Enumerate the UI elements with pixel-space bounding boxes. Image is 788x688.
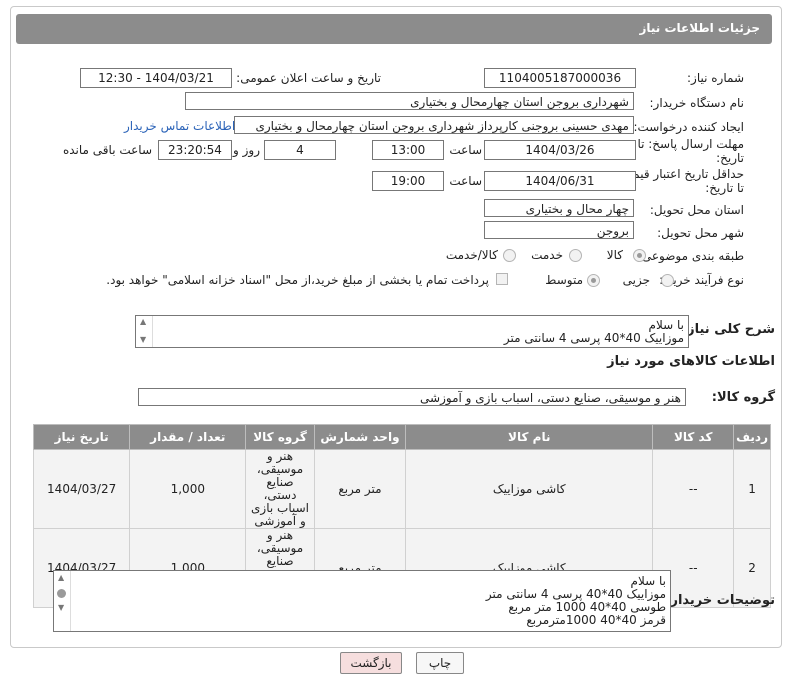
category-label: طبقه بندی موضوعی: [637, 249, 744, 263]
column-header-need-date: تاریخ نیاز [32, 424, 131, 450]
textarea-scrollbar[interactable]: ▲ ▼ [136, 316, 153, 347]
remaining-time-field: 23:20:54 [158, 140, 232, 160]
deadline-time-field: 13:00 [372, 140, 444, 160]
category-radio-service[interactable] [569, 249, 582, 262]
category-radio-goods-service[interactable] [503, 249, 516, 262]
column-header-quantity: تعداد / مقدار [129, 424, 247, 450]
print-button[interactable]: چاپ [416, 652, 464, 674]
goods-group-label: گروه کالا: [711, 390, 775, 405]
panel-header: جزئیات اطلاعات نیاز [16, 14, 772, 44]
deadline-label-line1: مهلت ارسال پاسخ: تا [637, 137, 744, 151]
category-option-goods: کالا [606, 248, 623, 262]
back-button[interactable]: بازگشت [340, 652, 402, 674]
textarea-scrollbar[interactable]: ▲ ▼ [54, 571, 71, 631]
goods-group-field: هنر و موسیقی، صنایع دستی، اسباب بازی و آ… [138, 388, 686, 406]
category-radio-goods[interactable] [633, 249, 646, 262]
price-validity-label-line1: حداقل تاریخ اعتبار قیمت: [617, 167, 744, 181]
days-label: روز و [233, 143, 260, 157]
process-option-minor: جزیی [622, 273, 650, 287]
column-header-goods-group: گروه کالا [245, 424, 315, 450]
treasury-payment-checkbox[interactable] [496, 273, 508, 285]
price-validity-label-line2: تا تاریخ: [705, 181, 744, 195]
price-validity-date-field: 1404/06/31 [484, 171, 636, 191]
table-header-row: ردیف کد کالا نام کالا واحد شمارش گروه کا… [32, 424, 771, 450]
category-option-service: خدمت [531, 248, 563, 262]
column-header-unit: واحد شمارش [313, 424, 407, 450]
deadline-date-field: 1404/03/26 [484, 140, 636, 160]
table-row: 1 -- کاشی موزاییک متر مربع هنر و موسیقی،… [32, 449, 771, 529]
requester-label: ایجاد کننده درخواست: [633, 120, 744, 134]
buyer-org-field: شهرداری بروجن استان چهارمحال و بختیاری [185, 92, 634, 110]
scroll-up-icon[interactable]: ▲ [58, 574, 64, 582]
column-header-goods-code: کد کالا [652, 424, 735, 450]
remaining-time-label: ساعت باقی مانده [62, 143, 152, 157]
price-validity-time-label: ساعت [449, 174, 482, 188]
general-description-line: موزاییک 40*40 پرسی 4 سانتی متر [503, 331, 684, 345]
announce-date-label: تاریخ و ساعت اعلان عمومی: [236, 71, 381, 85]
scroll-thumb[interactable] [57, 589, 66, 598]
city-label: شهر محل تحویل: [657, 226, 744, 240]
process-radio-medium[interactable] [587, 274, 600, 287]
category-option-goods-service: کالا/خدمت [445, 248, 498, 262]
goods-group-cell: هنر و موسیقی، صنایع دستی، اسباب بازی و آ… [245, 449, 315, 529]
buyer-contact-link[interactable]: اطلاعات تماس خریدار [124, 119, 235, 133]
unit-cell: متر مربع [313, 449, 407, 529]
process-option-medium: متوسط [545, 273, 583, 287]
scroll-up-icon[interactable]: ▲ [140, 318, 146, 326]
column-header-goods-name: نام کالا [405, 424, 654, 450]
city-field: بروجن [484, 221, 634, 239]
goods-name-cell: کاشی موزاییک [405, 449, 654, 529]
treasury-payment-note: پرداخت تمام یا بخشی از مبلغ خرید،از محل … [106, 273, 489, 287]
need-date-cell: 1404/03/27 [32, 449, 131, 529]
need-number-label: شماره نیاز: [687, 71, 744, 85]
quantity-cell: 1,000 [129, 449, 247, 529]
process-radio-minor[interactable] [661, 274, 674, 287]
buyer-notes-textarea[interactable]: با سلام موزاییک 40*40 پرسی 4 سانتی متر ط… [53, 570, 671, 632]
price-validity-time-field: 19:00 [372, 171, 444, 191]
need-number-field: 1104005187000036 [484, 68, 636, 88]
buyer-notes-label: توضیحات خریدار: [665, 593, 775, 608]
buyer-org-label: نام دستگاه خریدار: [649, 96, 745, 110]
general-description-textarea[interactable]: با سلام موزاییک 40*40 پرسی 4 سانتی متر ▲… [135, 315, 689, 348]
column-header-row-number: ردیف [733, 424, 771, 450]
announce-date-field: 1404/03/21 - 12:30 [80, 68, 232, 88]
buyer-notes-line: قرمز 40*40 1000مترمربع [526, 613, 666, 627]
scroll-down-icon[interactable]: ▼ [58, 604, 64, 612]
scroll-down-icon[interactable]: ▼ [140, 336, 146, 344]
requester-field: مهدی حسینی بروجنی کارپرداز شهرداری بروجن… [234, 116, 634, 134]
deadline-time-label: ساعت [449, 143, 482, 157]
province-label: استان محل تحویل: [649, 203, 744, 217]
province-field: چهار محال و بختیاری [484, 199, 634, 217]
row-number-cell: 1 [733, 449, 771, 529]
panel-title: جزئیات اطلاعات نیاز [639, 21, 760, 35]
goods-code-cell: -- [652, 449, 735, 529]
goods-section-title: اطلاعات کالاهای مورد نیاز [607, 354, 775, 369]
remaining-days-field: 4 [264, 140, 336, 160]
general-description-label: شرح کلی نیاز: [681, 322, 775, 337]
deadline-label-line2: تاریخ: [716, 151, 744, 165]
